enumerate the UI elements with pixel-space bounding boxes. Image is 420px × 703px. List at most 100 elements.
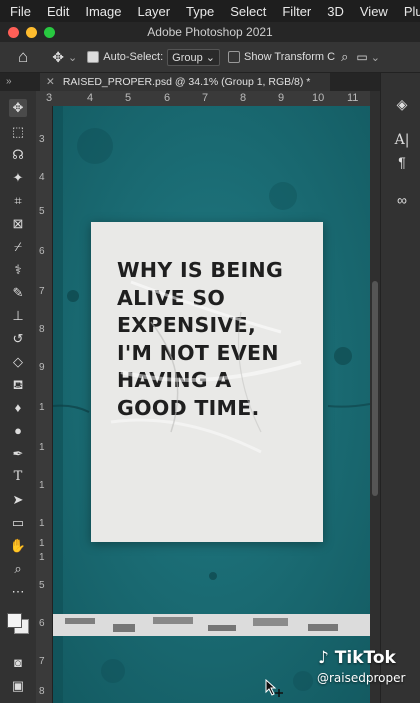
menu-filter[interactable]: Filter — [282, 4, 311, 19]
tiktok-watermark: ♪ TikTok @raisedproper — [317, 648, 418, 685]
panel-toggle-icon[interactable]: ▭ — [356, 50, 367, 64]
menu-layer[interactable]: Layer — [138, 4, 171, 19]
dodge-tool-icon[interactable]: ● — [9, 422, 27, 440]
tools-panel: ✥ ⬚ ☊ ✦ ⌗ ⊠ ⌿ ⚕ ✎ ⊥ ↺ ◇ ⛾ ♦ ● ✒ T ➤ ▭ ✋ … — [0, 91, 37, 703]
home-icon[interactable]: ⌂ — [18, 47, 28, 67]
menu-plugins[interactable]: Plug — [404, 4, 420, 19]
menu-type[interactable]: Type — [186, 4, 214, 19]
ruler-label: 9 — [39, 362, 45, 373]
move-tool-icon[interactable]: ✥ — [9, 99, 27, 117]
ruler-label: 1 — [39, 402, 45, 413]
chevron-down-icon[interactable]: ⌄ — [68, 51, 77, 64]
zoom-window-button[interactable] — [44, 27, 55, 38]
collapse-toolbar-icon[interactable]: » — [6, 73, 12, 91]
ruler-label: 8 — [39, 324, 45, 335]
screen-mode-icon[interactable]: ▣ — [9, 677, 27, 695]
window-title: Adobe Photoshop 2021 — [147, 25, 273, 39]
more-tools-icon[interactable]: ⋯ — [9, 583, 27, 601]
ruler-label: 1 — [39, 480, 45, 491]
window-title-bar: Adobe Photoshop 2021 — [0, 22, 420, 42]
magic-wand-icon[interactable]: ✦ — [9, 169, 27, 187]
show-transform-checkbox[interactable] — [228, 51, 241, 64]
healing-brush-icon[interactable]: ⚕ — [9, 261, 27, 279]
ruler-label: 1 — [39, 538, 45, 549]
ruler-label: 3 — [46, 92, 53, 104]
auto-select-checkbox[interactable] — [87, 51, 100, 64]
chevron-down-icon[interactable]: ⌄ — [371, 51, 380, 64]
ruler-label: 8 — [39, 686, 45, 697]
eraser-tool-icon[interactable]: ◇ — [9, 353, 27, 371]
minimize-window-button[interactable] — [26, 27, 37, 38]
lasso-tool-icon[interactable]: ☊ — [9, 146, 27, 164]
ruler-label: 5 — [39, 206, 45, 217]
document-tab[interactable]: ✕ RAISED_PROPER.psd @ 34.1% (Group 1, RGB… — [40, 73, 330, 91]
paint-bucket-icon[interactable]: ⛾ — [9, 376, 27, 394]
document-tab-label: RAISED_PROPER.psd @ 34.1% (Group 1, RGB/… — [62, 76, 311, 88]
ruler-label: 7 — [39, 656, 45, 667]
search-icon[interactable]: ⌕ — [341, 49, 348, 65]
quick-mask-icon[interactable]: ◙ — [9, 654, 27, 672]
ruler-label: 4 — [39, 172, 45, 183]
options-bar: ⌂ ✥ ⌄ Auto-Select: Group ⌄ Show Transfor… — [0, 42, 420, 73]
history-brush-icon[interactable]: ↺ — [9, 330, 27, 348]
horizontal-ruler: 3 4 5 6 7 8 9 10 11 — [36, 91, 370, 107]
paper-wrinkles — [110, 280, 302, 454]
move-cursor-icon — [265, 679, 283, 697]
ruler-label: 1 — [39, 518, 45, 529]
ruler-label: 6 — [39, 618, 45, 629]
ruler-label: 1 — [39, 442, 45, 453]
menu-bar: File Edit Image Layer Type Select Filter… — [0, 0, 420, 22]
crop-tool-icon[interactable]: ⌗ — [9, 192, 27, 210]
ruler-label: 11 — [347, 92, 359, 104]
document-canvas[interactable]: WHY IS BEING ALIVE SO EXPENSIVE, I'M NOT… — [53, 106, 370, 703]
layers-panel-icon[interactable]: ◈ — [393, 95, 411, 113]
libraries-panel-icon[interactable]: ∞ — [393, 191, 411, 209]
blur-tool-icon[interactable]: ♦ — [9, 399, 27, 417]
color-swatches[interactable] — [6, 611, 30, 637]
ruler-label: 5 — [39, 580, 45, 591]
ruler-label: 6 — [39, 246, 45, 257]
auto-select-label: Auto-Select: — [103, 50, 164, 63]
auto-select-dropdown[interactable]: Group ⌄ — [167, 48, 221, 66]
menu-edit[interactable]: Edit — [47, 4, 69, 19]
type-tool-icon[interactable]: T — [9, 468, 27, 486]
pen-tool-icon[interactable]: ✒ — [9, 445, 27, 463]
tiktok-brand: TikTok — [334, 648, 396, 668]
menu-file[interactable]: File — [10, 4, 31, 19]
frame-tool-icon[interactable]: ⊠ — [9, 215, 27, 233]
ruler-label: 9 — [278, 92, 285, 104]
character-panel-icon[interactable]: A| — [393, 131, 411, 149]
ruler-label: 8 — [240, 92, 247, 104]
close-icon[interactable]: ✕ — [46, 76, 55, 88]
ruler-label: 10 — [312, 92, 325, 104]
menu-view[interactable]: View — [360, 4, 388, 19]
stamp-tool-icon[interactable]: ⊥ — [9, 307, 27, 325]
zoom-tool-icon[interactable]: ⌕ — [9, 560, 27, 578]
hand-tool-icon[interactable]: ✋ — [9, 537, 27, 555]
move-tool-icon[interactable]: ✥ — [52, 49, 64, 66]
scrollbar-thumb[interactable] — [372, 281, 378, 496]
vertical-ruler: 3 4 5 6 7 8 9 1 1 1 1 1 1 5 6 7 8 — [36, 106, 53, 703]
paragraph-panel-icon[interactable]: ¶ — [393, 153, 411, 171]
menu-3d[interactable]: 3D — [327, 4, 344, 19]
close-window-button[interactable] — [8, 27, 19, 38]
brush-tool-icon[interactable]: ✎ — [9, 284, 27, 302]
painted-stripe — [53, 614, 370, 636]
ruler-label: 7 — [39, 286, 45, 297]
tiktok-handle: @raisedproper — [317, 671, 406, 685]
menu-image[interactable]: Image — [85, 4, 121, 19]
poster[interactable]: WHY IS BEING ALIVE SO EXPENSIVE, I'M NOT… — [91, 222, 323, 542]
document-tabs: » ✕ RAISED_PROPER.psd @ 34.1% (Group 1, R… — [0, 73, 420, 91]
window-controls — [8, 27, 55, 38]
ruler-label: 3 — [39, 134, 45, 145]
rectangle-tool-icon[interactable]: ▭ — [9, 514, 27, 532]
vertical-scrollbar[interactable] — [370, 91, 380, 703]
menu-select[interactable]: Select — [230, 4, 266, 19]
path-selection-icon[interactable]: ➤ — [9, 491, 27, 509]
eyedropper-icon[interactable]: ⌿ — [9, 238, 27, 256]
right-panel-dock: ◈ A| ¶ ∞ — [380, 73, 420, 703]
tiktok-logo-icon: ♪ — [318, 648, 329, 668]
foreground-color-swatch[interactable] — [7, 613, 22, 628]
ruler-label: 6 — [164, 92, 171, 104]
marquee-tool-icon[interactable]: ⬚ — [9, 123, 27, 141]
